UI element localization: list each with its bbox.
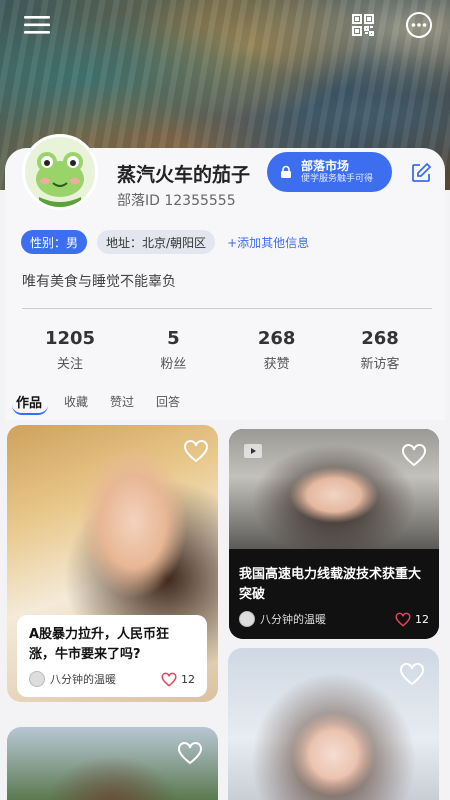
- avatar[interactable]: [22, 134, 98, 210]
- heart-icon: [395, 612, 411, 627]
- play-icon: [244, 444, 262, 458]
- feed-card[interactable]: A股暴力拉升，人民币狂涨，牛市要来了吗? 八分钟的温暖 12: [7, 425, 218, 702]
- post-author: 八分钟的温暖: [260, 613, 326, 626]
- heart-icon[interactable]: [183, 439, 209, 465]
- lock-icon: [281, 165, 291, 178]
- bio: 唯有美食与睡觉不能辜负: [22, 274, 176, 290]
- content-tabs: 作品 收藏 赞过 回答: [11, 392, 202, 415]
- edit-icon[interactable]: [410, 162, 432, 184]
- stat-value: 5: [167, 328, 180, 349]
- stat-label: 获赞: [263, 357, 290, 372]
- feed-card[interactable]: 我国高速电力线载波技术获重大突破 八分钟的温暖 12: [229, 429, 439, 639]
- post-title: 我国高速电力线载波技术获重大突破: [239, 567, 422, 602]
- tribe-market-button[interactable]: 部落市场 便学服务触手可得: [267, 152, 392, 192]
- post-meta: 八分钟的温暖 12: [239, 611, 429, 627]
- divider: [22, 308, 432, 309]
- stat-following[interactable]: 1205 关注: [25, 328, 115, 372]
- location-tag: 地址：北京/朝阳区: [97, 230, 216, 254]
- tab-answers[interactable]: 回答: [156, 393, 180, 410]
- post-caption: 我国高速电力线载波技术获重大突破 八分钟的温暖 12: [229, 555, 439, 639]
- stat-label: 关注: [56, 357, 83, 372]
- tab-liked[interactable]: 赞过: [110, 393, 134, 410]
- author-avatar: [29, 671, 45, 687]
- feed-card[interactable]: [228, 648, 439, 800]
- gender-tag: 性别：男: [21, 230, 88, 254]
- post-meta: 八分钟的温暖 12: [29, 671, 195, 687]
- tribe-id: 部落ID 12355555: [117, 193, 236, 209]
- stats-row: 1205 关注 5 粉丝 268 获赞 268 新访客: [25, 328, 425, 372]
- stat-value: 1205: [44, 328, 96, 349]
- stat-likes[interactable]: 268 获赞: [232, 328, 322, 372]
- post-author: 八分钟的温暖: [50, 673, 116, 686]
- nickname: 蒸汽火车的茄子: [117, 164, 251, 186]
- market-title: 部落市场: [301, 159, 350, 173]
- post-title: A股暴力拉升，人民币狂涨，牛市要来了吗?: [29, 627, 170, 662]
- tab-favorites[interactable]: 收藏: [64, 393, 88, 410]
- profile-tags: 性别：男 地址：北京/朝阳区 +添加其他信息: [21, 230, 309, 254]
- like-number: 12: [181, 672, 195, 686]
- heart-icon[interactable]: [401, 443, 427, 469]
- stat-value: 268: [257, 328, 296, 349]
- heart-icon: [161, 672, 177, 687]
- stat-visitors[interactable]: 268 新访客: [335, 328, 425, 372]
- stat-label: 新访客: [360, 357, 400, 372]
- like-count[interactable]: 12: [395, 612, 429, 627]
- market-subtitle: 便学服务触手可得: [301, 174, 374, 184]
- author-avatar: [239, 611, 255, 627]
- post-caption: A股暴力拉升，人民币狂涨，牛市要来了吗? 八分钟的温暖 12: [17, 615, 207, 697]
- tab-works[interactable]: 作品: [11, 392, 49, 415]
- add-info-link[interactable]: +添加其他信息: [227, 234, 309, 251]
- menu-icon[interactable]: [22, 10, 52, 40]
- like-number: 12: [415, 612, 429, 626]
- like-count[interactable]: 12: [161, 672, 195, 687]
- heart-icon[interactable]: [399, 662, 425, 688]
- heart-icon[interactable]: [177, 741, 203, 767]
- more-icon[interactable]: [404, 10, 434, 40]
- profile-card: 蒸汽火车的茄子 部落ID 12355555 部落市场 便学服务触手可得 性别：男…: [5, 134, 445, 420]
- stat-label: 粉丝: [160, 357, 187, 372]
- feed-card[interactable]: [7, 727, 218, 800]
- qr-code-icon[interactable]: [348, 10, 378, 40]
- stat-value: 268: [361, 328, 399, 349]
- stat-fans[interactable]: 5 粉丝: [128, 328, 218, 372]
